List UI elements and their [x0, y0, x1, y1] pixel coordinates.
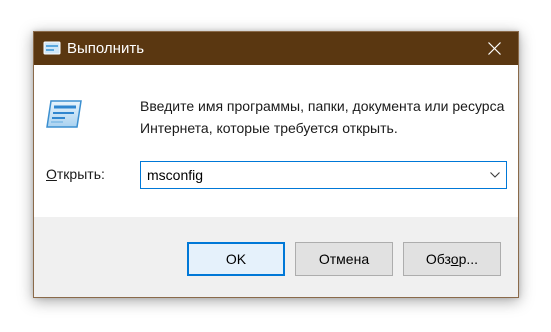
browse-label-pre: Обз: [425, 251, 451, 267]
browse-label-post: р...: [458, 251, 479, 267]
run-icon: [43, 41, 61, 55]
dialog-content: Введите имя программы, папки, документа …: [34, 65, 518, 217]
window-title: Выполнить: [67, 40, 145, 57]
close-icon: [488, 42, 501, 55]
run-dialog: Выполнить Введите имя программы, папки, …: [33, 31, 519, 298]
ok-button[interactable]: OK: [187, 242, 285, 276]
cancel-button[interactable]: Отмена: [295, 242, 393, 276]
browse-label-accesskey: о: [450, 251, 459, 267]
chevron-down-icon: [490, 172, 500, 178]
program-icon: [45, 99, 83, 129]
dropdown-button[interactable]: [484, 162, 506, 188]
command-input[interactable]: [141, 162, 471, 188]
button-bar: OK Отмена Обзор...: [34, 217, 518, 297]
open-field-label: Открыть:: [46, 165, 105, 183]
browse-button[interactable]: Обзор...: [403, 242, 501, 276]
open-combobox[interactable]: [140, 161, 507, 189]
open-label-accesskey: О: [46, 166, 57, 182]
title-bar[interactable]: Выполнить: [34, 32, 518, 65]
close-button[interactable]: [472, 32, 518, 65]
instruction-text: Введите имя программы, папки, документа …: [140, 98, 505, 136]
open-label-rest: ткрыть:: [56, 166, 105, 182]
